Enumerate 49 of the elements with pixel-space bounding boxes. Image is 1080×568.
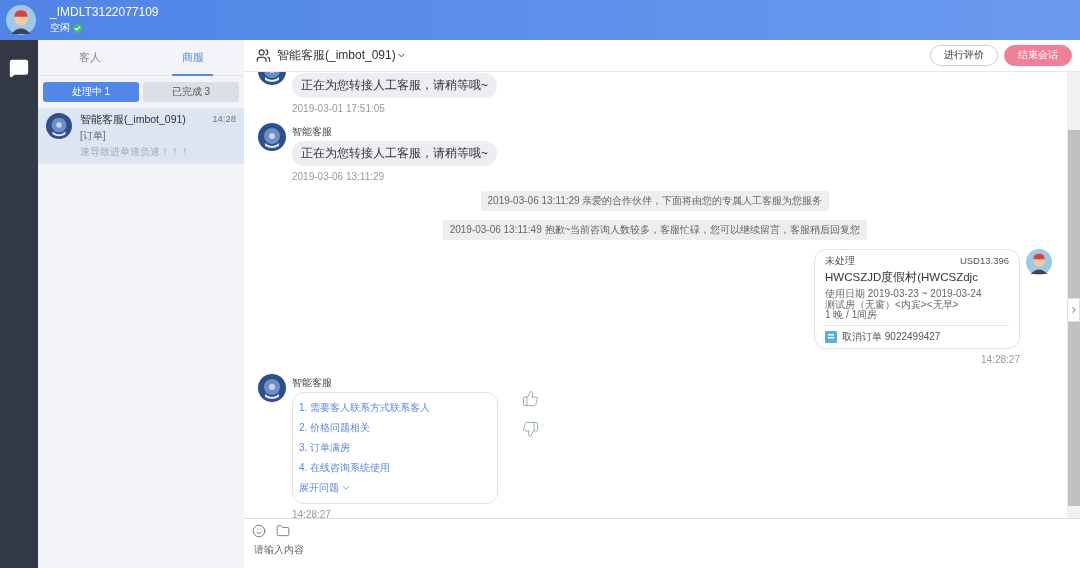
question-link[interactable]: 3. 订单满房 [299, 440, 491, 455]
bot-avatar [46, 113, 72, 139]
sender-name: 智能客服 [292, 125, 332, 139]
bot-avatar [258, 373, 286, 402]
conversation-item[interactable]: 智能客服(_imbot_091) 14:28 [订单] 速导致进单速负速！！！ [38, 108, 244, 164]
bot-avatar [258, 123, 286, 151]
message-time: 2019-03-06 13:11:29 [292, 171, 385, 182]
room-type: 测试房（无窗）<内宾><无早> [825, 299, 960, 310]
message-bubble: 正在为您转接人工客服，请稍等哦~ [292, 141, 497, 166]
expand-panel-button[interactable] [1067, 298, 1080, 322]
question-link[interactable]: 1. 需要客人联系方式联系客人 [299, 400, 491, 415]
chat-title[interactable]: 智能客服(_imbot_091) [277, 47, 407, 64]
order-number: 取消订单 9022499427 [842, 329, 941, 344]
user-name: _IMDLT3122077109 [50, 5, 159, 19]
question-link[interactable]: 2. 价格问题相关 [299, 420, 491, 435]
filter-tab[interactable]: 已完成 3 [143, 82, 239, 102]
message-time: 2019-03-01 17:51:05 [292, 103, 385, 114]
filter-tab[interactable]: 处理中 1 [43, 82, 139, 102]
message-bubble: 正在为您转接人工客服，请稍等哦~ [292, 73, 497, 98]
order-status: 未处理 [825, 255, 855, 268]
conversation-preview: 速导致进单速负速！！！ [80, 145, 191, 159]
conversation-tag: [订单] [80, 129, 236, 143]
users-icon [256, 48, 271, 63]
sender-name: 智能客服 [292, 375, 332, 390]
system-notice: 2019-03-06 13:11:49 抱歉~当前咨询人数较多，客服忙碌，您可以继续留言，客服稍后回复您 [442, 220, 868, 240]
list-tab[interactable]: 客人 [38, 40, 141, 75]
chat-icon[interactable] [9, 58, 29, 78]
system-notice: 2019-03-06 13:11:29 亲爱的合作伙伴，下面将由您的专属人工客服为您服务 [480, 191, 830, 211]
hotel-name: HWCSZJD度假村(HWCSZdjc [825, 270, 979, 285]
document-icon [825, 330, 837, 343]
user-avatar [6, 5, 36, 35]
conversation-name: 智能客服(_imbot_091) [80, 113, 186, 127]
order-price: USD13.396 [959, 255, 1009, 268]
end-button[interactable]: 结束会话 [1004, 45, 1072, 66]
folder-icon[interactable] [276, 524, 290, 538]
status-label: 空闲 [50, 21, 70, 35]
thumbs-down-icon[interactable] [522, 420, 539, 438]
message-time: 14:28:27 [981, 353, 1020, 365]
expand-link[interactable]: 展开问题 [299, 480, 491, 495]
message-time: 14:28:27 [292, 508, 331, 518]
rate-button[interactable]: 进行评价 [930, 45, 998, 66]
order-dates: 使用日期 2019-03-23 ~ 2019-03-24 [825, 289, 983, 300]
conversation-time: 14:28 [212, 113, 236, 126]
question-link[interactable]: 4. 在线咨询系统使用 [299, 460, 491, 475]
user-avatar [1026, 249, 1052, 275]
thumbs-up-icon[interactable] [522, 389, 539, 407]
list-tab[interactable]: 商服 [141, 40, 244, 75]
emoji-icon[interactable] [252, 524, 266, 538]
room-nights: 1 晚 / 1间房 [825, 310, 878, 321]
